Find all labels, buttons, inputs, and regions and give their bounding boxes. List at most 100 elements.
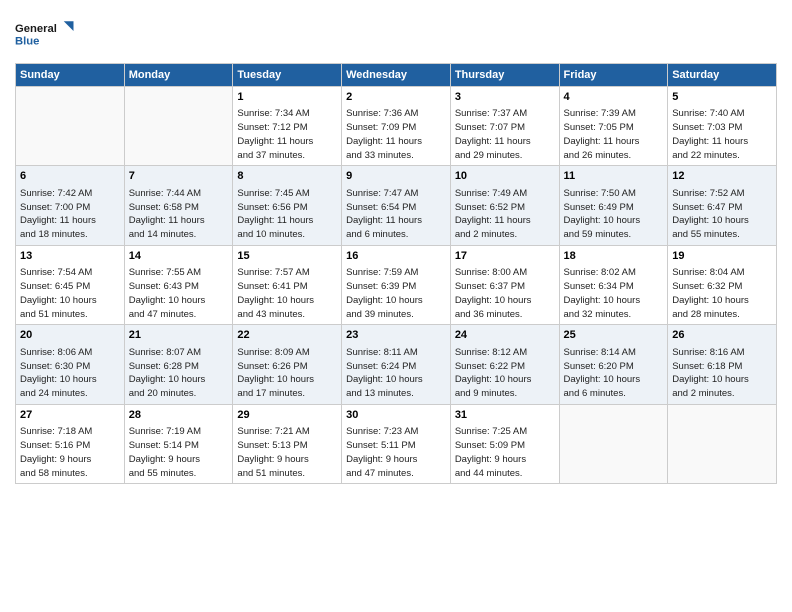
calendar-cell <box>668 404 777 483</box>
weekday-header: Sunday <box>16 64 125 87</box>
calendar-cell: 24 Sunrise: 8:12 AM Sunset: 6:22 PM Dayli… <box>450 325 559 404</box>
day-info: Sunrise: 7:23 AM Sunset: 5:11 PM Dayligh… <box>346 425 446 480</box>
day-number: 3 <box>455 90 555 105</box>
weekday-header: Friday <box>559 64 668 87</box>
day-info: Sunrise: 7:55 AM Sunset: 6:43 PM Dayligh… <box>129 266 229 321</box>
calendar-week-row: 6Sunrise: 7:42 AM Sunset: 7:00 PM Daylig… <box>16 166 777 245</box>
day-info: Sunrise: 7:44 AM Sunset: 6:58 PM Dayligh… <box>129 187 229 242</box>
day-number: 2 <box>346 90 446 105</box>
day-info: Sunrise: 7:36 AM Sunset: 7:09 PM Dayligh… <box>346 107 446 162</box>
day-info: Sunrise: 7:21 AM Sunset: 5:13 PM Dayligh… <box>237 425 337 480</box>
day-number: 28 <box>129 408 229 423</box>
calendar-cell: 29 Sunrise: 7:21 AM Sunset: 5:13 PM Dayli… <box>233 404 342 483</box>
logo-icon: General Blue <box>15 15 75 53</box>
weekday-header: Wednesday <box>342 64 451 87</box>
day-info: Sunrise: 7:45 AM Sunset: 6:56 PM Dayligh… <box>237 187 337 242</box>
day-number: 22 <box>237 328 337 343</box>
calendar-cell: 9 Sunrise: 7:47 AM Sunset: 6:54 PM Daylig… <box>342 166 451 245</box>
calendar-cell: 17 Sunrise: 8:00 AM Sunset: 6:37 PM Dayli… <box>450 245 559 324</box>
weekday-header: Tuesday <box>233 64 342 87</box>
day-number: 6 <box>20 169 120 184</box>
calendar-cell: 26 Sunrise: 8:16 AM Sunset: 6:18 PM Dayli… <box>668 325 777 404</box>
calendar-cell: 12 Sunrise: 7:52 AM Sunset: 6:47 PM Dayli… <box>668 166 777 245</box>
day-number: 1 <box>237 90 337 105</box>
day-number: 7 <box>129 169 229 184</box>
calendar-cell: 13 Sunrise: 7:54 AM Sunset: 6:45 PM Dayli… <box>16 245 125 324</box>
day-info: Sunrise: 7:47 AM Sunset: 6:54 PM Dayligh… <box>346 187 446 242</box>
day-number: 14 <box>129 249 229 264</box>
calendar-cell: 21 Sunrise: 8:07 AM Sunset: 6:28 PM Dayli… <box>124 325 233 404</box>
day-info: Sunrise: 7:34 AM Sunset: 7:12 PM Dayligh… <box>237 107 337 162</box>
day-info: Sunrise: 8:14 AM Sunset: 6:20 PM Dayligh… <box>564 346 664 401</box>
day-number: 16 <box>346 249 446 264</box>
calendar-cell: 4 Sunrise: 7:39 AM Sunset: 7:05 PM Daylig… <box>559 87 668 166</box>
day-number: 11 <box>564 169 664 184</box>
weekday-header: Thursday <box>450 64 559 87</box>
calendar-cell: 6Sunrise: 7:42 AM Sunset: 7:00 PM Daylig… <box>16 166 125 245</box>
day-number: 4 <box>564 90 664 105</box>
logo: General Blue <box>15 15 75 53</box>
calendar-week-row: 20Sunrise: 8:06 AM Sunset: 6:30 PM Dayli… <box>16 325 777 404</box>
calendar-cell: 19Sunrise: 8:04 AM Sunset: 6:32 PM Dayli… <box>668 245 777 324</box>
day-info: Sunrise: 8:09 AM Sunset: 6:26 PM Dayligh… <box>237 346 337 401</box>
day-number: 30 <box>346 408 446 423</box>
calendar-cell: 2 Sunrise: 7:36 AM Sunset: 7:09 PM Daylig… <box>342 87 451 166</box>
weekday-header-row: SundayMondayTuesdayWednesdayThursdayFrid… <box>16 64 777 87</box>
day-info: Sunrise: 7:18 AM Sunset: 5:16 PM Dayligh… <box>20 425 120 480</box>
calendar-page: General Blue SundayMondayTuesdayWednesda… <box>0 0 792 612</box>
day-number: 26 <box>672 328 772 343</box>
day-number: 5 <box>672 90 772 105</box>
day-number: 24 <box>455 328 555 343</box>
calendar-cell: 16Sunrise: 7:59 AM Sunset: 6:39 PM Dayli… <box>342 245 451 324</box>
day-info: Sunrise: 8:11 AM Sunset: 6:24 PM Dayligh… <box>346 346 446 401</box>
calendar-table: SundayMondayTuesdayWednesdayThursdayFrid… <box>15 63 777 484</box>
day-number: 9 <box>346 169 446 184</box>
weekday-header: Monday <box>124 64 233 87</box>
calendar-cell: 27 Sunrise: 7:18 AM Sunset: 5:16 PM Dayli… <box>16 404 125 483</box>
calendar-cell: 10 Sunrise: 7:49 AM Sunset: 6:52 PM Dayli… <box>450 166 559 245</box>
day-number: 27 <box>20 408 120 423</box>
calendar-cell: 20Sunrise: 8:06 AM Sunset: 6:30 PM Dayli… <box>16 325 125 404</box>
day-number: 10 <box>455 169 555 184</box>
day-number: 12 <box>672 169 772 184</box>
day-info: Sunrise: 8:16 AM Sunset: 6:18 PM Dayligh… <box>672 346 772 401</box>
day-number: 17 <box>455 249 555 264</box>
day-number: 18 <box>564 249 664 264</box>
day-number: 20 <box>20 328 120 343</box>
day-info: Sunrise: 7:49 AM Sunset: 6:52 PM Dayligh… <box>455 187 555 242</box>
calendar-cell: 22 Sunrise: 8:09 AM Sunset: 6:26 PM Dayli… <box>233 325 342 404</box>
day-number: 15 <box>237 249 337 264</box>
day-number: 29 <box>237 408 337 423</box>
calendar-cell: 8Sunrise: 7:45 AM Sunset: 6:56 PM Daylig… <box>233 166 342 245</box>
calendar-cell: 30 Sunrise: 7:23 AM Sunset: 5:11 PM Dayli… <box>342 404 451 483</box>
calendar-week-row: 27 Sunrise: 7:18 AM Sunset: 5:16 PM Dayli… <box>16 404 777 483</box>
calendar-cell: 5Sunrise: 7:40 AM Sunset: 7:03 PM Daylig… <box>668 87 777 166</box>
day-info: Sunrise: 8:02 AM Sunset: 6:34 PM Dayligh… <box>564 266 664 321</box>
day-number: 21 <box>129 328 229 343</box>
day-info: Sunrise: 8:07 AM Sunset: 6:28 PM Dayligh… <box>129 346 229 401</box>
day-info: Sunrise: 7:39 AM Sunset: 7:05 PM Dayligh… <box>564 107 664 162</box>
day-info: Sunrise: 8:04 AM Sunset: 6:32 PM Dayligh… <box>672 266 772 321</box>
day-number: 25 <box>564 328 664 343</box>
calendar-cell <box>124 87 233 166</box>
calendar-cell: 25 Sunrise: 8:14 AM Sunset: 6:20 PM Dayli… <box>559 325 668 404</box>
page-header: General Blue <box>15 15 777 53</box>
svg-text:Blue: Blue <box>15 36 39 48</box>
day-info: Sunrise: 7:52 AM Sunset: 6:47 PM Dayligh… <box>672 187 772 242</box>
calendar-cell <box>16 87 125 166</box>
svg-text:General: General <box>15 23 57 35</box>
calendar-cell: 3 Sunrise: 7:37 AM Sunset: 7:07 PM Daylig… <box>450 87 559 166</box>
calendar-cell: 1 Sunrise: 7:34 AM Sunset: 7:12 PM Daylig… <box>233 87 342 166</box>
day-info: Sunrise: 7:37 AM Sunset: 7:07 PM Dayligh… <box>455 107 555 162</box>
day-info: Sunrise: 7:57 AM Sunset: 6:41 PM Dayligh… <box>237 266 337 321</box>
calendar-cell <box>559 404 668 483</box>
day-info: Sunrise: 8:00 AM Sunset: 6:37 PM Dayligh… <box>455 266 555 321</box>
day-info: Sunrise: 7:54 AM Sunset: 6:45 PM Dayligh… <box>20 266 120 321</box>
day-info: Sunrise: 7:19 AM Sunset: 5:14 PM Dayligh… <box>129 425 229 480</box>
day-number: 23 <box>346 328 446 343</box>
calendar-cell: 28 Sunrise: 7:19 AM Sunset: 5:14 PM Dayli… <box>124 404 233 483</box>
day-number: 31 <box>455 408 555 423</box>
day-info: Sunrise: 7:50 AM Sunset: 6:49 PM Dayligh… <box>564 187 664 242</box>
day-info: Sunrise: 8:12 AM Sunset: 6:22 PM Dayligh… <box>455 346 555 401</box>
day-number: 13 <box>20 249 120 264</box>
